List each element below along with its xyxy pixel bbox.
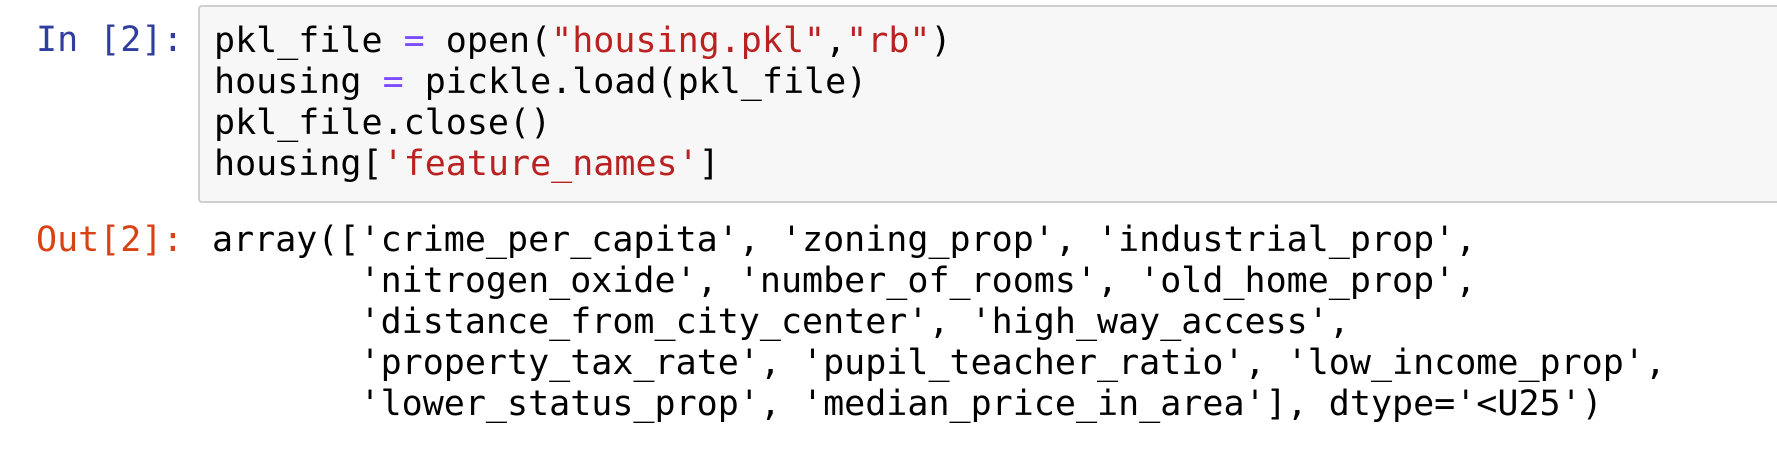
cell-output: array(['crime_per_capita', 'zoning_prop'… — [212, 220, 1666, 425]
code-paren: ) — [930, 21, 952, 61]
code-bracket: ] — [698, 144, 720, 184]
code-var: pkl_file — [214, 21, 383, 61]
output-line: array(['crime_per_capita', 'zoning_prop'… — [212, 220, 1477, 260]
code-line-1: pkl_file = open("housing.pkl","rb") — [214, 21, 952, 61]
code-line-4: housing['feature_names'] — [214, 144, 720, 184]
code-string: "rb" — [846, 21, 931, 61]
code-line-2: housing = pickle.load(pkl_file) — [214, 62, 867, 102]
output-line: 'distance_from_city_center', 'high_way_a… — [212, 302, 1350, 342]
code-line-3: pkl_file.close() — [214, 103, 552, 143]
code-func: open( — [445, 21, 552, 61]
input-prompt: In [2]: — [36, 20, 184, 60]
code-string: "housing.pkl" — [551, 21, 826, 61]
output-line: 'lower_status_prop', 'median_price_in_ar… — [212, 384, 1603, 424]
code-expression: pickle.load(pkl_file) — [424, 62, 868, 102]
notebook: In [2]: pkl_file = open("housing.pkl","r… — [0, 0, 1777, 450]
code-object: housing[ — [214, 144, 383, 184]
code-comma: , — [825, 21, 847, 61]
code-var: housing — [214, 62, 362, 102]
code-operator: = — [361, 62, 425, 102]
code-input-area[interactable]: pkl_file = open("housing.pkl","rb") hous… — [198, 5, 1777, 203]
code-string: 'feature_names' — [382, 144, 699, 184]
output-line: 'nitrogen_oxide', 'number_of_rooms', 'ol… — [212, 261, 1477, 301]
output-prompt: Out[2]: — [36, 220, 184, 260]
output-line: 'property_tax_rate', 'pupil_teacher_rati… — [212, 343, 1666, 383]
code-editor[interactable]: pkl_file = open("housing.pkl","rb") hous… — [214, 21, 952, 185]
code-operator: = — [382, 21, 446, 61]
